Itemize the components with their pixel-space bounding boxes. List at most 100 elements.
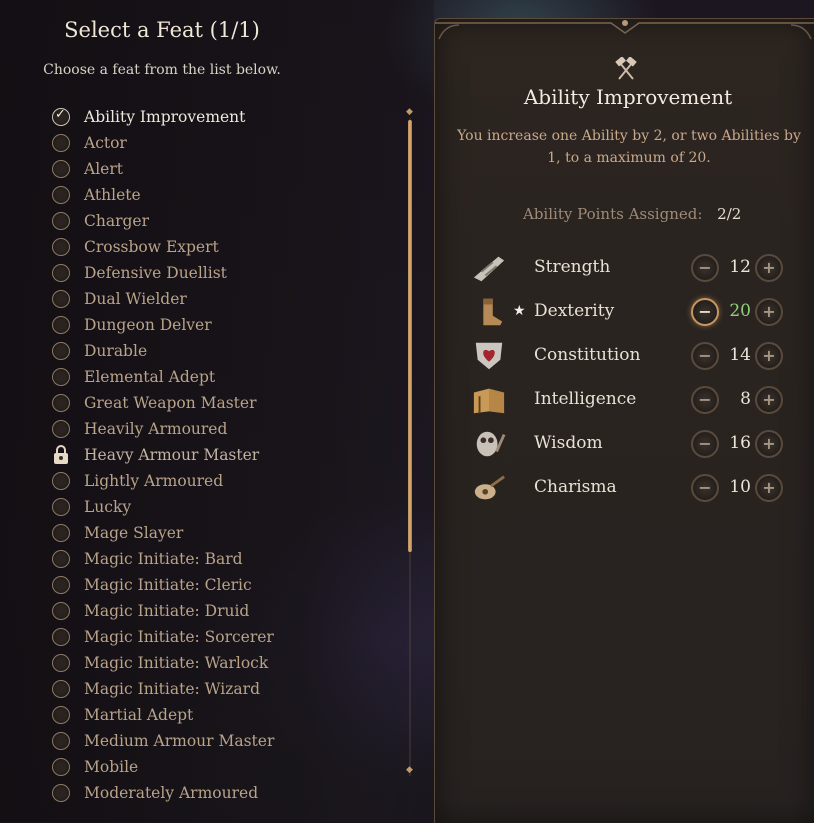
ability-name: Constitution [534, 345, 641, 365]
feat-item[interactable]: Lucky [50, 494, 400, 520]
decrease-button[interactable]: − [691, 298, 719, 326]
feat-item[interactable]: Crossbow Expert [50, 234, 400, 260]
feat-item[interactable]: Dual Wielder [50, 286, 400, 312]
feat-list-scrollbar[interactable]: ◆ ◆ [406, 108, 413, 786]
feat-item[interactable]: Dungeon Delver [50, 312, 400, 338]
radio-icon [52, 472, 70, 490]
feat-item[interactable]: Ability Improvement [50, 104, 400, 130]
feat-label: Dual Wielder [84, 290, 187, 308]
feat-selection-panel: Select a Feat (1/1) Choose a feat from t… [0, 0, 434, 822]
feat-item[interactable]: Charger [50, 208, 400, 234]
decrease-button[interactable]: − [691, 254, 719, 282]
ability-value: 12 [729, 257, 751, 277]
feat-label: Magic Initiate: Wizard [84, 680, 260, 698]
feat-label: Magic Initiate: Cleric [84, 576, 252, 594]
radio-icon [52, 602, 70, 620]
radio-icon [52, 212, 70, 230]
heart-shield-icon [475, 342, 503, 370]
feat-description: You increase one Ability by 2, or two Ab… [457, 128, 801, 166]
feat-item[interactable]: Durable [50, 338, 400, 364]
feat-item[interactable]: Martial Adept [50, 702, 400, 728]
feat-item[interactable]: Defensive Duellist [50, 260, 400, 286]
feat-label: Moderately Armoured [84, 784, 259, 802]
radio-icon [52, 238, 70, 256]
radio-icon [52, 680, 70, 698]
increase-button[interactable]: + [755, 474, 783, 502]
radio-icon [52, 706, 70, 724]
decrease-button[interactable]: − [691, 474, 719, 502]
feat-item[interactable]: Mage Slayer [50, 520, 400, 546]
radio-icon [52, 524, 70, 542]
owl-icon [476, 431, 506, 457]
ability-value: 16 [729, 433, 751, 453]
feat-item[interactable]: Magic Initiate: Cleric [50, 572, 400, 598]
plus-icon: + [762, 478, 776, 497]
radio-icon [52, 290, 70, 308]
increase-button[interactable]: + [755, 254, 783, 282]
ability-points-value: 2/2 [717, 205, 742, 223]
ability-name: Charisma [534, 477, 617, 497]
feat-item[interactable]: Heavy Armour Master [50, 442, 400, 468]
increase-button[interactable]: + [755, 342, 783, 370]
feat-item[interactable]: Magic Initiate: Wizard [50, 676, 400, 702]
plus-icon: + [762, 302, 776, 321]
feat-label: Elemental Adept [84, 368, 216, 386]
open-book-icon [473, 388, 505, 414]
feat-label: Magic Initiate: Bard [84, 550, 243, 568]
feat-item[interactable]: Magic Initiate: Sorcerer [50, 624, 400, 650]
feat-item[interactable]: Medium Armour Master [50, 728, 400, 754]
feat-label: Lucky [84, 498, 132, 516]
feat-label: Martial Adept [84, 706, 194, 724]
boot-icon [483, 298, 503, 326]
ability-value: 10 [729, 477, 751, 497]
decrease-button[interactable]: − [691, 386, 719, 414]
ability-name: Wisdom [534, 433, 603, 453]
panel-ornament-icon [435, 20, 814, 40]
minus-icon: − [698, 346, 712, 365]
radio-icon [52, 394, 70, 412]
feat-label: Magic Initiate: Druid [84, 602, 250, 620]
scroll-thumb[interactable] [408, 120, 412, 552]
feat-item[interactable]: Actor [50, 130, 400, 156]
minus-icon: − [698, 434, 712, 453]
minus-icon: − [698, 258, 712, 277]
feat-item[interactable]: Great Weapon Master [50, 390, 400, 416]
ability-row-wisdom: Wisdom −16 + [469, 423, 809, 463]
feat-item[interactable]: Magic Initiate: Bard [50, 546, 400, 572]
ability-points-row: Ability Points Assigned: 2/2 [523, 205, 741, 223]
radio-icon [52, 134, 70, 152]
ability-row-constitution: Constitution −14 + [469, 335, 809, 375]
ability-name: Intelligence [534, 389, 637, 409]
increase-button[interactable]: + [755, 386, 783, 414]
radio-icon [52, 420, 70, 438]
radio-icon [52, 784, 70, 802]
increase-button[interactable]: + [755, 298, 783, 326]
gauntlet-icon [473, 256, 505, 282]
feat-item[interactable]: Mobile [50, 754, 400, 780]
feat-label: Defensive Duellist [84, 264, 227, 282]
feat-label: Medium Armour Master [84, 732, 275, 750]
feat-item[interactable]: Lightly Armoured [50, 468, 400, 494]
feat-item[interactable]: Athlete [50, 182, 400, 208]
scroll-down-icon[interactable]: ◆ [406, 766, 413, 775]
feat-item[interactable]: Magic Initiate: Warlock [50, 650, 400, 676]
decrease-button[interactable]: − [691, 342, 719, 370]
decrease-button[interactable]: − [691, 430, 719, 458]
scroll-up-icon[interactable]: ◆ [406, 108, 413, 117]
ability-points-label: Ability Points Assigned: [523, 205, 703, 223]
lock-icon [52, 445, 70, 464]
feat-item[interactable]: Alert [50, 156, 400, 182]
radio-icon [52, 628, 70, 646]
radio-icon [52, 732, 70, 750]
plus-icon: + [762, 258, 776, 277]
feat-item[interactable]: Magic Initiate: Druid [50, 598, 400, 624]
panel-title: Select a Feat (1/1) [64, 18, 260, 42]
increase-button[interactable]: + [755, 430, 783, 458]
feat-item[interactable]: Elemental Adept [50, 364, 400, 390]
feat-item[interactable]: Heavily Armoured [50, 416, 400, 442]
radio-icon [52, 186, 70, 204]
feat-label: Actor [84, 134, 127, 152]
radio-icon [52, 498, 70, 516]
feat-item[interactable]: Moderately Armoured [50, 780, 400, 806]
radio-icon [52, 368, 70, 386]
